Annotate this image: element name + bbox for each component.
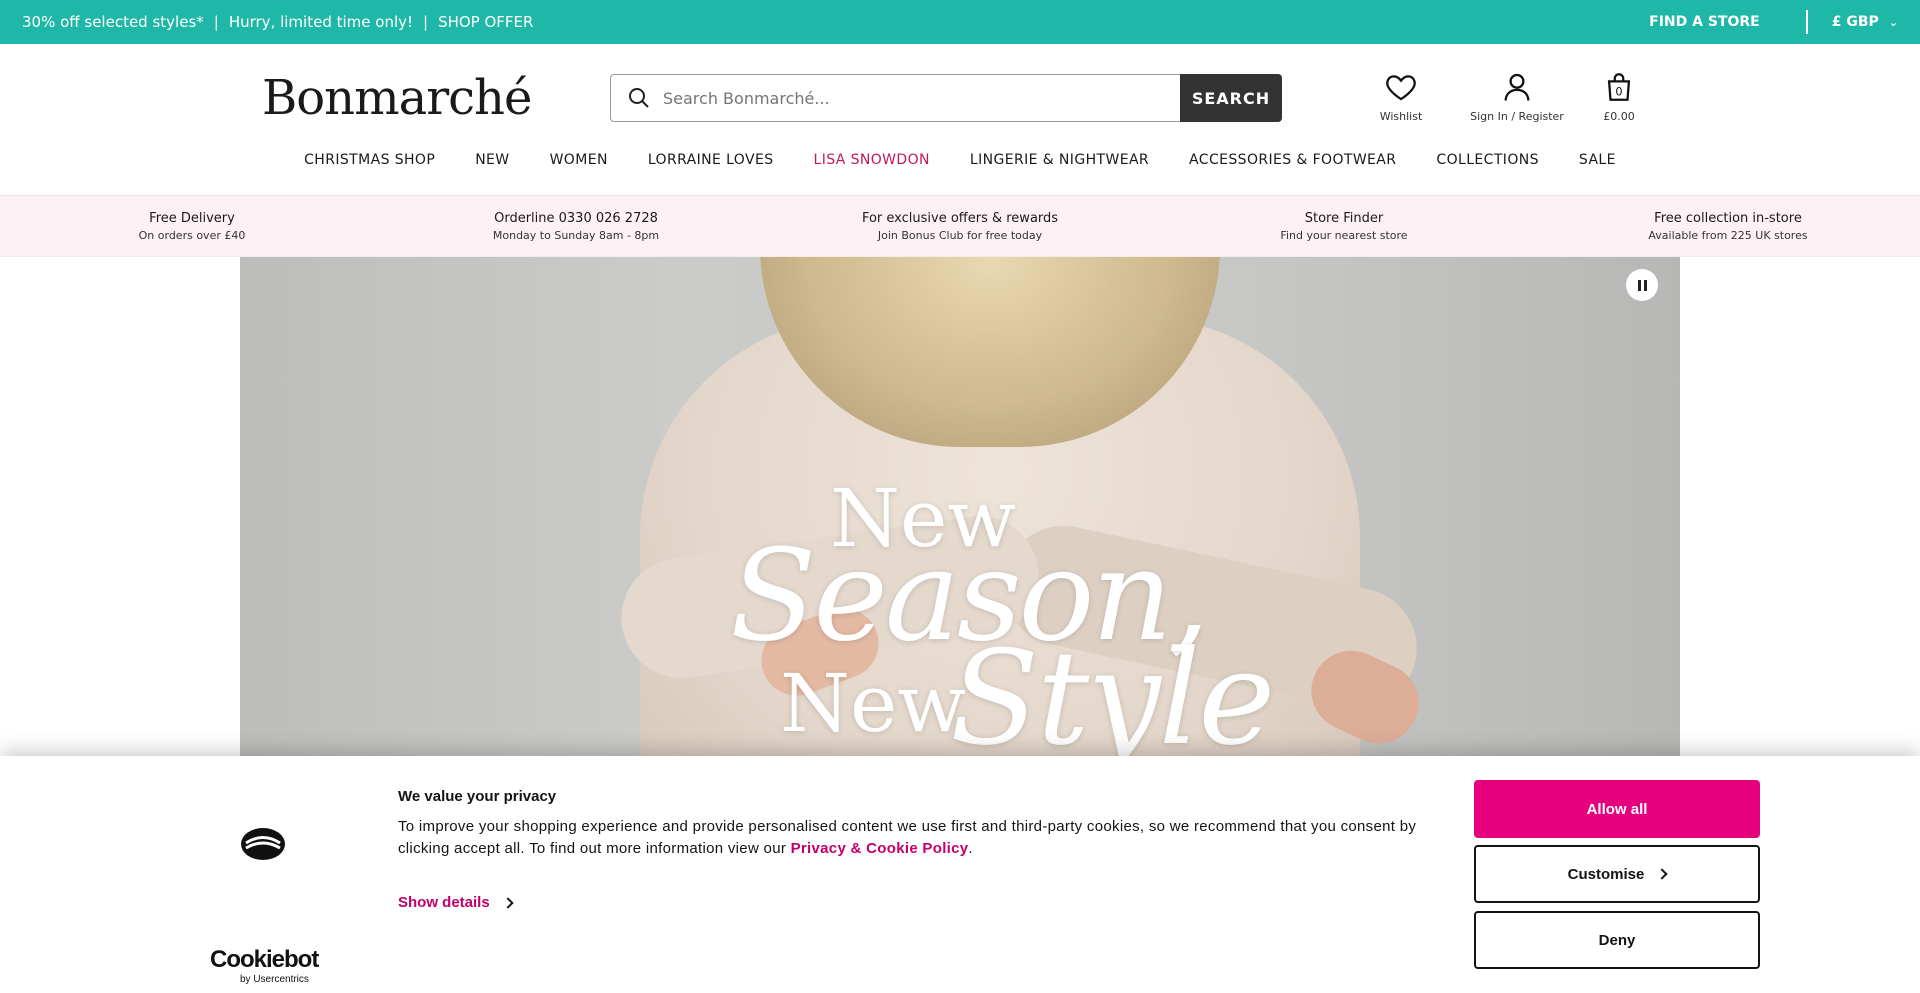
site-header: Bonmarché SEARCH Wishlist Sign In / Regi… [0,44,1920,196]
cookie-body-period: . [968,840,973,857]
header-actions: Wishlist Sign In / Register 0 £0.00 [1370,70,1646,123]
usp-subtitle: Join Bonus Club for free today [877,229,1043,242]
hero-headline-line4: Style [950,622,1275,757]
promo-message: 30% off selected styles* | Hurry, limite… [0,13,533,31]
nav-item-accessories-footwear[interactable]: ACCESSORIES & FOOTWEAR [1189,152,1396,168]
currency-selector[interactable]: £ GBP ⌄ [1832,14,1898,30]
promo-bar: 30% off selected styles* | Hurry, limite… [0,0,1920,44]
search-icon [629,88,649,108]
carousel-pause-button[interactable] [1626,269,1658,301]
usp-title: Store Finder [1304,211,1384,226]
nav-item-christmas-shop[interactable]: CHRISTMAS SHOP [304,152,435,168]
basket-count: 0 [1615,85,1622,99]
sign-in-button[interactable]: Sign In / Register [1462,70,1572,123]
shop-offer-link[interactable]: SHOP OFFER [438,13,533,31]
promo-separator: | [423,13,429,31]
basket-button[interactable]: 0 £0.00 [1592,70,1646,123]
cookiebot-wordmark: Cookiebot [210,946,319,973]
pause-icon [1636,279,1648,291]
usp-title: Orderline 0330 026 2728 [494,211,658,226]
cookie-description: To improve your shopping experience and … [398,816,1430,860]
promo-hurry-text: Hurry, limited time only! [228,13,414,31]
privacy-policy-link[interactable]: Privacy & Cookie Policy [791,840,969,857]
wishlist-label: Wishlist [1379,110,1423,123]
chevron-right-icon [1656,868,1669,880]
shopping-bag-icon: 0 [1607,73,1631,101]
usp-store-finder[interactable]: Store Finder Find your nearest store [1280,211,1407,242]
nav-item-women[interactable]: WOMEN [550,152,608,168]
search-input[interactable] [663,88,1163,108]
nav-item-new[interactable]: NEW [475,152,509,168]
search-button[interactable]: SEARCH [1180,74,1282,122]
heart-icon [1386,75,1416,101]
usp-subtitle: Find your nearest store [1280,229,1408,242]
usp-bar: Free Delivery On orders over £40 Orderli… [0,196,1920,257]
cookie-title: We value your privacy [398,788,557,805]
nav-item-collections[interactable]: COLLECTIONS [1436,152,1538,168]
search-bar: SEARCH [610,74,1282,122]
cookie-consent-banner: Cookiebot by Usercentrics We value your … [0,756,1920,993]
wishlist-button[interactable]: Wishlist [1370,70,1432,123]
promo-separator: | [213,13,219,31]
usp-click-collect[interactable]: Free collection in-store Available from … [1648,211,1807,242]
hero-headline-line3: New [780,657,966,750]
usp-subtitle: Monday to Sunday 8am - 8pm [492,229,660,242]
usp-subtitle: On orders over £40 [138,229,246,242]
usp-title: For exclusive offers & rewards [861,211,1059,226]
usp-title: Free collection in-store [1654,211,1802,226]
nav-item-lingerie-nightwear[interactable]: LINGERIE & NIGHTWEAR [970,152,1149,168]
usp-free-delivery[interactable]: Free Delivery On orders over £40 [139,211,246,242]
chevron-down-icon: ⌄ [1888,15,1898,29]
cookiebot-mark-icon [241,828,285,860]
find-a-store-link[interactable]: FIND A STORE [1649,14,1760,30]
hero-banner[interactable]: New Season, New Style [240,257,1680,757]
show-details-label: Show details [398,894,490,911]
deny-button[interactable]: Deny [1474,911,1760,969]
currency-label: £ GBP [1831,14,1879,30]
usp-bonus-club[interactable]: For exclusive offers & rewards Join Bonu… [862,211,1058,242]
user-icon [1504,73,1530,101]
search-field-wrapper [610,74,1180,122]
allow-all-button[interactable]: Allow all [1474,780,1760,838]
promo-offer-text: 30% off selected styles* [22,13,204,31]
brand-logo[interactable]: Bonmarché [262,70,532,126]
usp-subtitle: Available from 225 UK stores [1648,229,1808,242]
nav-item-sale[interactable]: SALE [1579,152,1616,168]
promo-divider [1805,10,1808,34]
chevron-right-icon [502,896,514,909]
customise-label: Customise [1567,865,1645,883]
customise-button[interactable]: Customise [1474,845,1760,903]
nav-item-lisa-snowdon[interactable]: LISA SNOWDON [814,152,930,168]
sign-in-label: Sign In / Register [1470,110,1564,123]
usp-title: Free Delivery [149,211,235,226]
main-navigation: CHRISTMAS SHOP NEW WOMEN LORRAINE LOVES … [0,152,1920,168]
cookiebot-byline: by Usercentrics [240,974,309,985]
promo-utilities: FIND A STORE £ GBP ⌄ [1649,0,1898,44]
show-details-link[interactable]: Show details [398,894,514,911]
usp-orderline[interactable]: Orderline 0330 026 2728 Monday to Sunday… [493,211,659,242]
basket-total: £0.00 [1603,110,1635,123]
nav-item-lorraine-loves[interactable]: LORRAINE LOVES [648,152,774,168]
